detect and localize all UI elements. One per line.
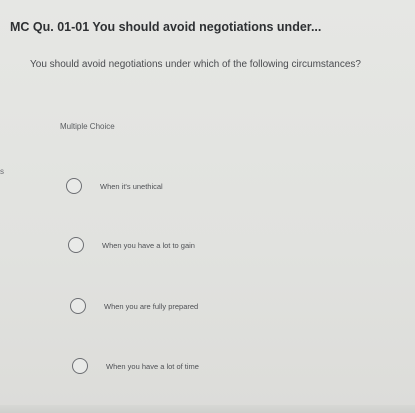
question-title: MC Qu. 01-01 You should avoid negotiatio… bbox=[10, 20, 322, 34]
cropped-sidebar-text: s bbox=[0, 167, 4, 176]
answer-option-label: When you have a lot of time bbox=[106, 361, 199, 371]
radio-button-icon[interactable] bbox=[68, 237, 84, 253]
answer-option-label: When you have a lot to gain bbox=[102, 240, 195, 250]
answer-option-label: When it's unethical bbox=[100, 181, 163, 191]
radio-button-icon[interactable] bbox=[66, 178, 82, 194]
question-text: You should avoid negotiations under whic… bbox=[30, 59, 361, 70]
radio-button-icon[interactable] bbox=[72, 358, 88, 374]
answer-option-2[interactable]: When you have a lot to gain bbox=[68, 237, 195, 253]
answer-option-1[interactable]: When it's unethical bbox=[66, 178, 163, 194]
bottom-border bbox=[0, 405, 415, 413]
question-type-label: Multiple Choice bbox=[60, 122, 115, 131]
answer-option-4[interactable]: When you have a lot of time bbox=[72, 358, 199, 374]
radio-button-icon[interactable] bbox=[70, 298, 86, 314]
answer-option-label: When you are fully prepared bbox=[104, 301, 199, 311]
answer-option-3[interactable]: When you are fully prepared bbox=[70, 298, 198, 314]
quiz-screen: MC Qu. 01-01 You should avoid negotiatio… bbox=[0, 0, 415, 413]
